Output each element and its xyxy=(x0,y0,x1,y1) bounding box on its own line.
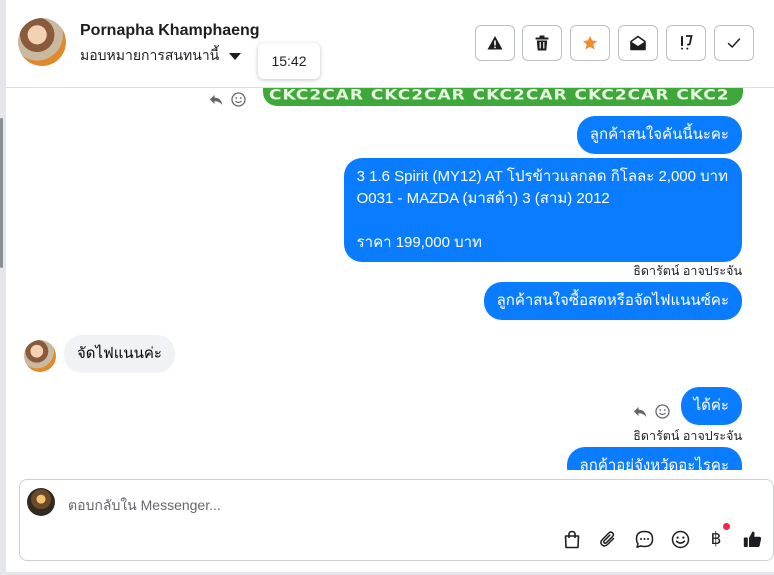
envelope-open-icon xyxy=(630,35,646,51)
message-line: O031 - MAZDA (มาสด้า) 3 (สาม) 2012 xyxy=(356,190,610,207)
star-button[interactable] xyxy=(570,25,610,61)
page-avatar xyxy=(27,488,55,516)
message-actions xyxy=(633,404,670,419)
message-line: 3 1.6 Spirit (MY12) AT โปรข้าวแลกลด กิโล… xyxy=(356,168,728,185)
message-bubble-outgoing[interactable]: 3 1.6 Spirit (MY12) AT โปรข้าวแลกลด กิโล… xyxy=(343,158,742,262)
shopping-bag-button[interactable] xyxy=(561,528,583,550)
message-actions xyxy=(209,92,246,107)
star-icon xyxy=(582,35,598,50)
message-bubble-outgoing[interactable]: ได้ค่ะ xyxy=(680,387,742,425)
image-watermark-text: CKC2CAR CKC2CAR CKC2CAR CKC2CAR CKC2 xyxy=(269,88,730,104)
message-bubble-outgoing[interactable]: ลูกค้าสนใจคันนี้นะคะ xyxy=(576,116,742,154)
assign-label[interactable]: มอบหมายการสนทนานี้ xyxy=(80,45,219,67)
car-image-attachment[interactable]: CKC2CAR CKC2CAR CKC2CAR CKC2CAR CKC2 xyxy=(263,88,743,106)
message-bubble-outgoing[interactable]: ลูกค้าอยู่จังหวัดอะไรคะ xyxy=(566,447,742,470)
emoji-reaction-icon[interactable] xyxy=(655,404,670,419)
reply-icon[interactable] xyxy=(633,406,647,418)
delete-button[interactable] xyxy=(522,25,562,61)
baht-payment-icon: ฿ xyxy=(710,529,722,549)
follow-up-icon xyxy=(681,35,693,50)
contact-avatar[interactable] xyxy=(18,18,66,66)
notification-dot xyxy=(723,523,730,530)
saved-reply-button[interactable] xyxy=(633,528,655,550)
emoji-button[interactable] xyxy=(669,528,691,550)
sender-name: ธิดารัตน์ อาจประจัน xyxy=(633,429,742,443)
check-icon xyxy=(727,38,741,48)
message-line xyxy=(357,210,728,232)
reply-input[interactable]: ตอบกลับใน Messenger... xyxy=(68,495,221,517)
report-button[interactable] xyxy=(475,25,515,61)
emoji-icon xyxy=(671,530,689,548)
left-scrollbar-thumb[interactable] xyxy=(0,118,3,268)
contact-avatar-small[interactable] xyxy=(24,340,56,372)
paperclip-icon xyxy=(600,531,615,547)
reply-icon[interactable] xyxy=(209,94,223,106)
emoji-reaction-icon[interactable] xyxy=(231,92,246,107)
shopping-bag-icon xyxy=(564,530,580,548)
message-bubble-incoming[interactable]: จัดไฟแนนค่ะ xyxy=(64,335,175,373)
sender-name: ธิดารัตน์ อาจประจัน xyxy=(633,264,742,278)
mark-unread-button[interactable] xyxy=(618,25,658,61)
trash-icon xyxy=(535,35,549,51)
message-thread[interactable]: CKC2CAR CKC2CAR CKC2CAR CKC2CAR CKC2 ลูก… xyxy=(6,88,774,470)
assign-conversation[interactable]: มอบหมายการสนทนานี้ xyxy=(80,45,242,67)
warning-icon xyxy=(487,36,503,50)
timestamp-tooltip: 15:42 xyxy=(258,43,320,79)
contact-name[interactable]: Pornapha Khamphaeng xyxy=(80,22,260,40)
attach-button[interactable] xyxy=(597,528,619,550)
thumbs-up-icon xyxy=(743,531,761,547)
follow-up-button[interactable] xyxy=(666,25,706,61)
conversation-header: Pornapha Khamphaeng มอบหมายการสนทนานี้ xyxy=(6,0,774,88)
message-composer: ตอบกลับใน Messenger... ฿ xyxy=(19,479,774,561)
chevron-down-icon[interactable] xyxy=(229,52,242,60)
message-line: ราคา 199,000 บาท xyxy=(356,234,482,251)
payment-button[interactable]: ฿ xyxy=(705,528,727,550)
done-button[interactable] xyxy=(714,25,754,61)
saved-reply-icon xyxy=(635,530,653,548)
like-button[interactable] xyxy=(741,528,763,550)
message-bubble-outgoing[interactable]: ลูกค้าสนใจซื้อสดหรือจัดไฟแนนซ์คะ xyxy=(483,282,742,320)
